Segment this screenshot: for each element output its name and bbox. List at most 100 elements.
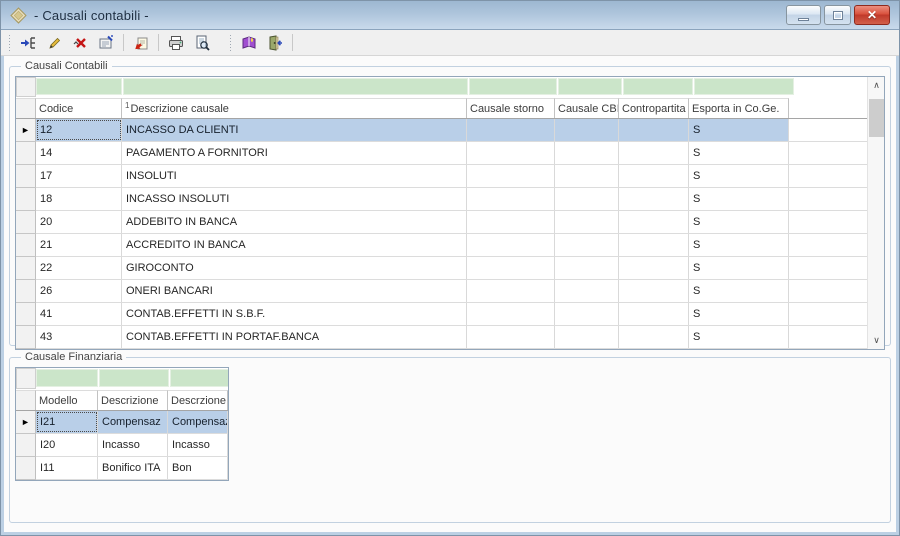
grid-cell[interactable]: 26: [36, 280, 122, 302]
table-row[interactable]: I20IncassoIncasso: [16, 434, 228, 457]
row-selector[interactable]: [16, 280, 36, 303]
grid-cell[interactable]: S: [689, 280, 789, 302]
grid-cell[interactable]: [467, 303, 555, 325]
grid-cell[interactable]: [619, 257, 689, 279]
grid-cell[interactable]: GIROCONTO: [122, 257, 467, 279]
grid-cell[interactable]: [467, 165, 555, 187]
grid-cell[interactable]: [467, 119, 555, 141]
grid-cell[interactable]: [619, 211, 689, 233]
vertical-scrollbar[interactable]: ∧ ∨: [867, 77, 884, 349]
column-header-descrizione[interactable]: Descrizione: [98, 390, 168, 410]
duplicate-record-button[interactable]: [129, 32, 153, 53]
table-row[interactable]: 41CONTAB.EFFETTI IN S.B.F.S: [16, 303, 867, 326]
row-selector[interactable]: [16, 257, 36, 280]
grid-cell[interactable]: 12: [36, 119, 122, 141]
filter-cell-contropartita[interactable]: [623, 78, 693, 95]
toolbar-grip[interactable]: [229, 35, 232, 51]
grid-cell[interactable]: Bon: [168, 457, 228, 479]
table-row[interactable]: 43CONTAB.EFFETTI IN PORTAF.BANCA S: [16, 326, 867, 349]
grid-cell[interactable]: ADDEBITO IN BANCA: [122, 211, 467, 233]
filter-cell-descrizione[interactable]: [99, 369, 169, 387]
table-row[interactable]: 14PAGAMENTO A FORNITORIS: [16, 142, 867, 165]
grid-cell[interactable]: [467, 326, 555, 348]
grid-cell[interactable]: [555, 142, 619, 164]
grid-cell[interactable]: [555, 234, 619, 256]
grid-cell[interactable]: S: [689, 119, 789, 141]
column-header-descrzione[interactable]: Descrzione: [168, 390, 228, 410]
row-selector[interactable]: [16, 457, 36, 480]
grid-cell[interactable]: CONTAB.EFFETTI IN PORTAF.BANCA: [122, 326, 467, 348]
current-row-arrow-icon[interactable]: ►: [16, 119, 36, 142]
table-row[interactable]: 18INCASSO INSOLUTIS: [16, 188, 867, 211]
row-selector[interactable]: [16, 326, 36, 349]
column-header-causale-storno[interactable]: Causale storno: [467, 98, 555, 118]
grid-cell[interactable]: [619, 326, 689, 348]
grid-cell[interactable]: 17: [36, 165, 122, 187]
table-row[interactable]: ►I21CompensazCompensaz: [16, 411, 228, 434]
column-header-codice[interactable]: Codice: [36, 98, 122, 118]
scroll-down-icon[interactable]: ∨: [868, 332, 885, 349]
grid-cell[interactable]: S: [689, 165, 789, 187]
grid-cell[interactable]: [467, 142, 555, 164]
grid-cell[interactable]: [555, 165, 619, 187]
grid-cell[interactable]: S: [689, 234, 789, 256]
grid-cell[interactable]: [619, 280, 689, 302]
table-row[interactable]: 26ONERI BANCARI S: [16, 280, 867, 303]
grid-cell[interactable]: Compensaz: [168, 411, 228, 433]
grid-cell[interactable]: S: [689, 326, 789, 348]
edit-record-button[interactable]: [42, 32, 66, 53]
grid-cell[interactable]: [555, 326, 619, 348]
grid-cell[interactable]: [555, 257, 619, 279]
grid-cell[interactable]: INSOLUTI: [122, 165, 467, 187]
table-row[interactable]: 22GIROCONTOS: [16, 257, 867, 280]
grid-cell[interactable]: [555, 188, 619, 210]
grid-cell[interactable]: 20: [36, 211, 122, 233]
filter-cell-causale-storno[interactable]: [469, 78, 557, 95]
grid-cell[interactable]: [619, 142, 689, 164]
maximize-button[interactable]: [824, 5, 851, 25]
table-row[interactable]: 17INSOLUTI S: [16, 165, 867, 188]
row-selector[interactable]: [16, 303, 36, 326]
grid-cell[interactable]: [619, 303, 689, 325]
grid-cell[interactable]: CONTAB.EFFETTI IN S.B.F.: [122, 303, 467, 325]
table-row[interactable]: 21ACCREDITO IN BANCAS: [16, 234, 867, 257]
column-header-contropartita[interactable]: Contropartita: [619, 98, 689, 118]
table-row[interactable]: ►12INCASSO DA CLIENTIS: [16, 119, 867, 142]
grid-cell[interactable]: S: [689, 303, 789, 325]
grid-cell[interactable]: I20: [36, 434, 98, 456]
table-row[interactable]: 20ADDEBITO IN BANCAS: [16, 211, 867, 234]
row-selector[interactable]: [16, 211, 36, 234]
print-preview-button[interactable]: [190, 32, 214, 53]
grid-cell[interactable]: [619, 188, 689, 210]
current-row-arrow-icon[interactable]: ►: [16, 411, 36, 434]
exit-button[interactable]: [263, 32, 287, 53]
grid-cell[interactable]: ONERI BANCARI: [122, 280, 467, 302]
toolbar-grip[interactable]: [8, 35, 11, 51]
grid-cell[interactable]: [467, 188, 555, 210]
grid-cell[interactable]: [555, 303, 619, 325]
grid-cell[interactable]: PAGAMENTO A FORNITORI: [122, 142, 467, 164]
row-selector[interactable]: [16, 434, 36, 457]
filter-cell-modello[interactable]: [36, 369, 98, 387]
grid-cell[interactable]: Incasso: [168, 434, 228, 456]
row-selector[interactable]: [16, 188, 36, 211]
filter-cell-descrzione[interactable]: [170, 369, 229, 387]
column-header-causale-cbi[interactable]: Causale CBI: [555, 98, 619, 118]
grid-cell[interactable]: [619, 165, 689, 187]
grid-cell[interactable]: 43: [36, 326, 122, 348]
grid-cell[interactable]: Incasso: [98, 434, 168, 456]
grid-cell[interactable]: 18: [36, 188, 122, 210]
filter-cell-codice[interactable]: [36, 78, 122, 95]
grid-cell[interactable]: 22: [36, 257, 122, 279]
minimize-button[interactable]: [786, 5, 821, 25]
grid-cell[interactable]: I21: [36, 411, 98, 433]
help-button[interactable]: [237, 32, 261, 53]
filter-cell-esporta[interactable]: [694, 78, 794, 95]
grid-cell[interactable]: [467, 280, 555, 302]
app-diamond-icon[interactable]: [10, 7, 27, 24]
scroll-up-icon[interactable]: ∧: [868, 77, 885, 94]
grid-cell[interactable]: [467, 234, 555, 256]
column-header-esporta-in-coge[interactable]: Esporta in Co.Ge.: [689, 98, 789, 118]
new-record-button[interactable]: [16, 32, 40, 53]
delete-record-button[interactable]: [68, 32, 92, 53]
